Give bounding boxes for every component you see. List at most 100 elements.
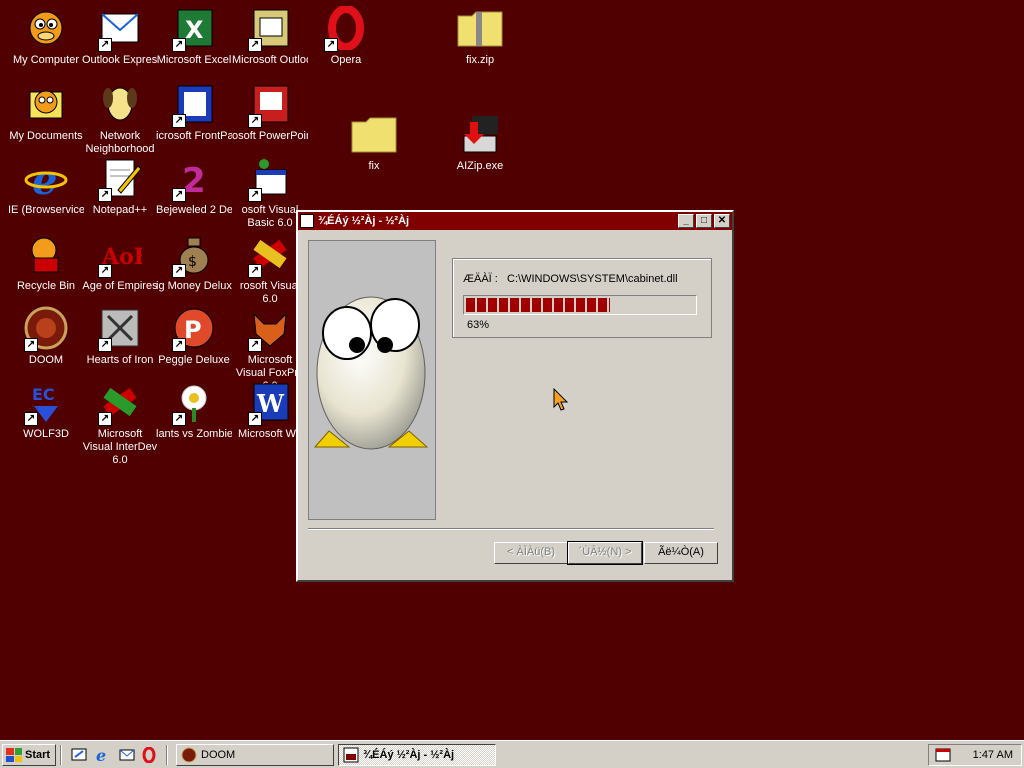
shortcut-arrow-icon: ↗ [98,338,112,352]
desktop-icon-fix-zip[interactable]: fix.zip [442,4,518,67]
icon-label: Network Neighborhood [85,130,155,155]
close-button[interactable]: ✕ [714,214,730,228]
desktop-icon-frontpage[interactable]: ↗ icrosoft FrontPage [156,80,232,143]
word-icon: W ↗ [246,378,294,426]
desktop-icon-interdev[interactable]: ↗ Microsoft Visual InterDev 6.0 [82,378,158,467]
desktop-icon-outlook[interactable]: ↗ Microsoft Outlook [232,4,308,67]
desktop-icon-my-computer[interactable]: My Computer [8,4,84,67]
back-button[interactable]: < ÀÌÀü(B) [494,542,568,564]
icon-label: fix.zip [465,54,495,66]
maximize-button[interactable]: □ [696,214,712,228]
shortcut-arrow-icon: ↗ [172,188,186,202]
clock[interactable]: 1:47 AM [973,749,1013,761]
icon-label: Age of Empires [82,280,158,292]
shortcut-arrow-icon: ↗ [172,38,186,52]
desktop-icon-wolf3d[interactable]: EC ↗ WOLF3D [8,378,84,441]
icon-label: IE (Browservice) [8,204,84,216]
frontpage-icon: ↗ [170,80,218,128]
start-button[interactable]: Start [2,744,56,766]
desktop-icon-powerpoint[interactable]: ↗ osoft PowerPoint [232,80,308,143]
visual-basic-icon: ↗ [246,154,294,202]
svg-text:X: X [185,16,204,44]
quicklaunch-desktop-icon[interactable] [70,746,88,764]
icon-label: My Documents [9,130,83,142]
quicklaunch-outlook-express-icon[interactable] [118,746,136,764]
desktop-icon-excel[interactable]: X ↗ Microsoft Excel [156,4,232,67]
desktop-icon-plants-vs-zombies[interactable]: ↗ lants vs Zombie [156,378,232,441]
outlook-icon: ↗ [246,4,294,52]
icon-label: fix [368,160,380,172]
desktop-icon-big-money[interactable]: $ ↗ ig Money Deluxe [156,230,232,293]
quicklaunch-ie-icon[interactable]: e [94,746,112,764]
svg-text:P: P [184,316,202,344]
cancel-button[interactable]: Ãë¼Ò(A) [644,542,718,564]
desktop-icon-peggle[interactable]: P ↗ Peggle Deluxe [156,304,232,367]
desktop-icon-age-of-empires[interactable]: AoE ↗ Age of Empires [82,230,158,293]
minimize-button[interactable]: _ [678,214,694,228]
hearts-of-iron-icon: ↗ [96,304,144,352]
desktop-icon-notepad[interactable]: ↗ Notepad++ [82,154,158,217]
doom-icon [181,747,197,763]
progress-fill [466,298,610,312]
shortcut-arrow-icon: ↗ [98,38,112,52]
folder-icon [350,110,398,158]
svg-text:e: e [96,747,106,763]
dialog-title: ¾ÉÁý ½²Àj - ½²Àj [318,215,410,227]
dialog-titlebar[interactable]: ¾ÉÁý ½²Àj - ½²Àj _ □ ✕ [298,212,732,230]
desktop-icon-ie[interactable]: e IE (Browservice) [8,154,84,217]
task-button-setup[interactable]: ¾ÉÁý ½²Àj - ½²Àj [338,744,496,766]
desktop-icon-outlook-express[interactable]: ↗ Outlook Express [82,4,158,67]
svg-text:e: e [32,157,57,200]
current-file: ÆÄÀÏ : C:\WINDOWS\SYSTEM\cabinet.dll [463,273,678,285]
icon-label: Opera [330,54,362,66]
icon-label: AIZip.exe [456,160,504,172]
foxpro-icon: ↗ [246,304,294,352]
quicklaunch-opera-icon[interactable] [140,746,158,764]
icon-label: icrosoft FrontPage [156,130,232,142]
shortcut-arrow-icon: ↗ [98,264,112,278]
icon-label: Microsoft Visual InterDev 6.0 [82,428,158,466]
desktop-icon-aizip-exe[interactable]: AIZip.exe [442,110,518,173]
recycle-bin-icon [22,230,70,278]
visual-tools-icon: ↗ [246,230,294,278]
desktop-icon-doom[interactable]: ↗ DOOM [8,304,84,367]
desktop-icon-network-neighborhood[interactable]: Network Neighborhood [82,80,158,156]
system-tray: 1:47 AM [928,744,1022,766]
task-button-doom[interactable]: DOOM [176,744,334,766]
progress-percent: 63% [467,319,490,331]
shortcut-arrow-icon: ↗ [24,338,38,352]
progress-bar [463,295,697,315]
svg-text:$: $ [188,254,197,270]
desktop-icon-hearts-of-iron[interactable]: ↗ Hearts of Iron [82,304,158,367]
shortcut-arrow-icon: ↗ [172,264,186,278]
windows-logo-icon [6,748,22,762]
icon-label: osoft PowerPoint [232,130,308,142]
excel-icon: X ↗ [170,4,218,52]
setup-app-icon [343,747,359,763]
odie-network-icon [96,80,144,128]
mascot-panel [308,240,436,520]
start-label: Start [25,749,51,761]
progress-group: ÆÄÀÏ : C:\WINDOWS\SYSTEM\cabinet.dll 63% [452,258,712,338]
next-button[interactable]: ´ÙÀ½(N) > [567,541,643,565]
dialog-separator [308,528,714,530]
desktop-icon-my-documents[interactable]: My Documents [8,80,84,143]
desktop-icon-bejeweled[interactable]: 2 ↗ Bejeweled 2 Deluxe [156,154,232,217]
desktop-icon-recycle-bin[interactable]: Recycle Bin [8,230,84,293]
opera-icon: ↗ [322,4,370,52]
desktop-icon-opera[interactable]: ↗ Opera [308,4,384,67]
taskbar: Start e DOOM ¾ÉÁý ½²Àj - ½²Àj 1:47 AM [0,740,1024,768]
icon-label: Hearts of Iron [86,354,154,366]
outlook-express-icon: ↗ [96,4,144,52]
icon-label: Notepad++ [92,204,148,216]
desktop-icon-fix-folder[interactable]: fix [336,110,412,173]
taskbar-divider [166,745,168,765]
setup-dialog: ¾ÉÁý ½²Àj - ½²Àj _ □ ✕ ÆÄÀÏ : C:\WINDOWS… [296,210,734,582]
icon-label: DOOM [28,354,64,366]
internet-explorer-icon: e [22,154,70,202]
doom-icon: ↗ [22,304,70,352]
icon-label: Microsoft Outlook [232,54,308,66]
tray-scheduler-icon[interactable] [935,747,951,763]
icon-label: My Computer [12,54,80,66]
shortcut-arrow-icon: ↗ [248,412,262,426]
